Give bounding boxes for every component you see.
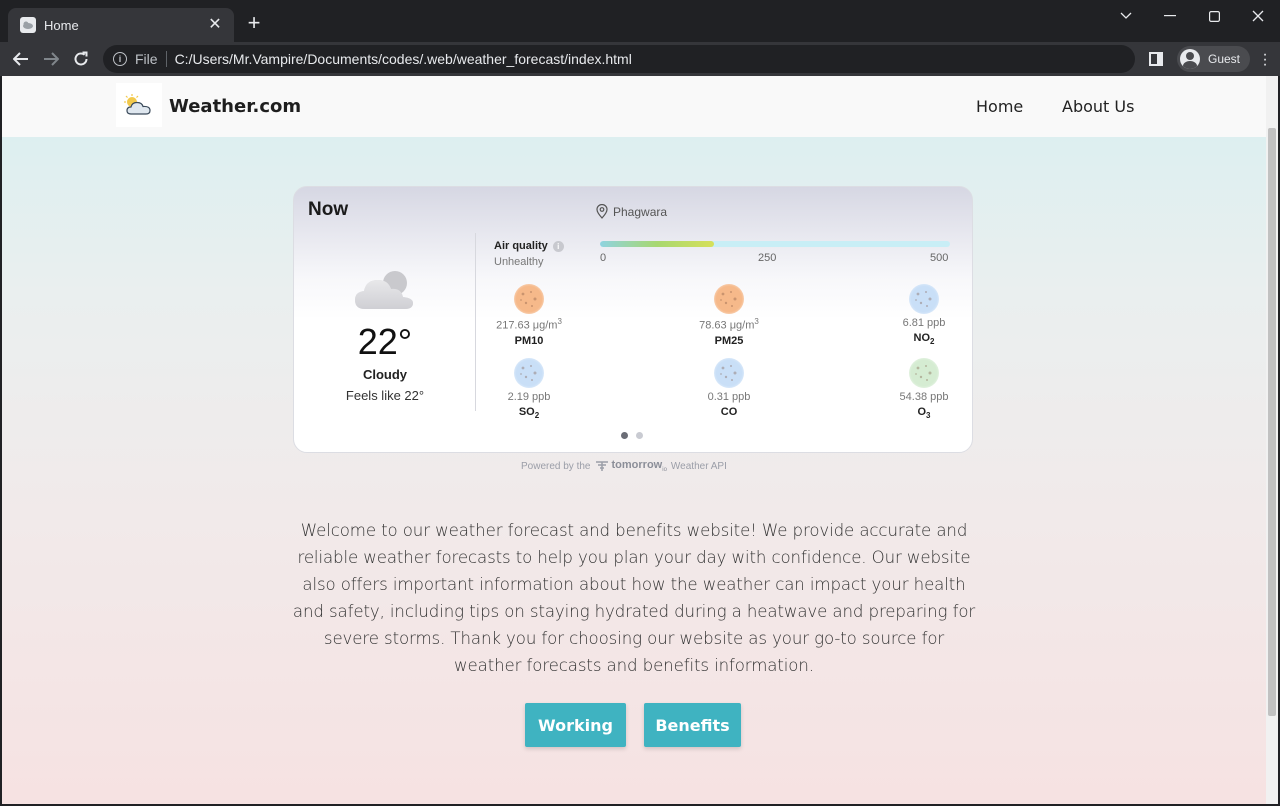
url-text[interactable]: C:/Users/Mr.Vampire/Documents/codes/.web… — [175, 51, 632, 67]
site-info-icon[interactable]: i — [113, 52, 127, 66]
feels-like: Feels like 22° — [345, 388, 425, 403]
browser-tab-strip: Home ✕ + — [0, 0, 1280, 42]
pollutant-value: 6.81 ppb — [902, 317, 946, 329]
pollutant-name: PM25 — [714, 334, 744, 347]
address-bar[interactable]: i File C:/Users/Mr.Vampire/Documents/cod… — [103, 45, 1135, 73]
pollutant-name: SO2 — [518, 406, 540, 421]
aqi-bar-fill — [600, 241, 714, 247]
pollutant-name: O3 — [917, 406, 931, 421]
forward-arrow-icon[interactable] — [36, 44, 66, 74]
info-icon[interactable]: i — [552, 240, 564, 252]
location-pin-icon — [596, 204, 608, 219]
air-quality-text: Air quality — [494, 240, 548, 252]
pollutant-item: 2.19 ppb SO2 — [484, 358, 574, 420]
brand-name[interactable]: Weather.com — [169, 96, 301, 117]
browser-toolbar: i File C:/Users/Mr.Vampire/Documents/cod… — [0, 42, 1280, 76]
nav-home-link[interactable]: Home — [976, 97, 1023, 116]
condition: Cloudy — [362, 367, 408, 382]
carousel-dots — [621, 432, 651, 439]
aqi-tick: 250 — [758, 252, 777, 264]
tomorrow-logo-icon — [595, 461, 608, 472]
side-panel-icon[interactable] — [1148, 52, 1163, 66]
powered-prefix: Powered by the — [521, 460, 591, 472]
air-quality-label: Air quality i — [494, 240, 564, 252]
avatar-icon — [1179, 49, 1200, 69]
pollutant-item: 217.63 μg/m3 PM10 — [484, 284, 574, 347]
carousel-dot-active[interactable] — [621, 432, 628, 439]
page-viewport: Weather.com Home About Us Now Phagwara 2… — [2, 76, 1266, 804]
working-button[interactable]: Working — [525, 703, 626, 747]
location: Phagwara — [596, 204, 667, 219]
pollutant-item: 78.63 μg/m3 PM25 — [684, 284, 774, 347]
pollutant-particle-icon — [514, 358, 544, 388]
cloud-icon — [353, 267, 417, 311]
pollutant-particle-icon — [714, 358, 744, 388]
weather-logo-icon[interactable] — [116, 83, 162, 127]
benefits-button[interactable]: Benefits — [644, 703, 741, 747]
scrollbar-thumb[interactable] — [1268, 128, 1276, 716]
pollutant-particle-icon — [909, 284, 939, 314]
aqi-tick: 0 — [600, 252, 607, 264]
now-label: Now — [308, 199, 349, 220]
powered-suffix: Weather API — [670, 460, 727, 472]
profile-label: Guest — [1207, 52, 1240, 66]
pollutant-value: 54.38 ppb — [899, 391, 949, 403]
maximize-icon[interactable] — [1192, 0, 1236, 32]
location-name: Phagwara — [613, 204, 668, 219]
tab-search-icon[interactable] — [1104, 0, 1148, 32]
carousel-dot[interactable] — [636, 432, 643, 439]
scrollbar[interactable] — [1266, 76, 1278, 804]
nav-about-us-link[interactable]: About Us — [1062, 97, 1134, 116]
minimize-icon[interactable] — [1148, 0, 1192, 32]
pollutant-value: 217.63 μg/m3 — [496, 317, 562, 332]
current-conditions: 22° Cloudy Feels like 22° — [294, 267, 476, 403]
aqi-tick: 500 — [930, 252, 949, 264]
powered-brand: tomorrowio — [611, 459, 667, 474]
pollutant-item: 0.31 ppb CO — [684, 358, 774, 418]
profile-button[interactable]: Guest — [1176, 46, 1250, 72]
pollutant-particle-icon — [514, 284, 544, 314]
browser-menu-icon[interactable]: · · · — [1250, 46, 1280, 72]
air-quality-status: Unhealthy — [494, 256, 544, 268]
pollutant-value: 2.19 ppb — [507, 391, 551, 403]
browser-tab[interactable]: Home ✕ — [8, 8, 234, 42]
pollutant-particle-icon — [714, 284, 744, 314]
pollutant-name: NO2 — [913, 332, 935, 347]
pollutant-particle-icon — [909, 358, 939, 388]
pollutant-item: 6.81 ppb NO2 — [879, 284, 969, 346]
back-arrow-icon[interactable] — [6, 44, 36, 74]
tab-title: Home — [44, 17, 79, 33]
new-tab-icon[interactable]: + — [243, 12, 265, 34]
pollutant-name: PM10 — [514, 334, 544, 347]
url-scheme-label: File — [135, 51, 167, 67]
temperature: 22° — [357, 321, 413, 362]
site-header: Weather.com Home About Us — [2, 76, 1266, 137]
welcome-paragraph: Welcome to our weather forecast and bene… — [292, 521, 976, 675]
pollutant-item: 54.38 ppb O3 — [879, 358, 969, 420]
window-controls — [1104, 0, 1280, 32]
powered-by[interactable]: Powered by the tomorrowio Weather API — [521, 459, 727, 473]
reload-icon[interactable] — [66, 44, 96, 74]
tab-close-icon[interactable]: ✕ — [206, 16, 224, 34]
pollutant-name: CO — [720, 406, 738, 418]
aqi-bar — [600, 241, 950, 247]
divider — [475, 233, 476, 411]
pollutant-value: 0.31 ppb — [707, 391, 751, 403]
tab-favicon-icon — [20, 17, 36, 33]
close-window-icon[interactable] — [1236, 0, 1280, 32]
pollutant-value: 78.63 μg/m3 — [699, 317, 759, 332]
weather-widget-card: Now Phagwara 22° Cloudy Feels like 22° A… — [293, 186, 973, 453]
